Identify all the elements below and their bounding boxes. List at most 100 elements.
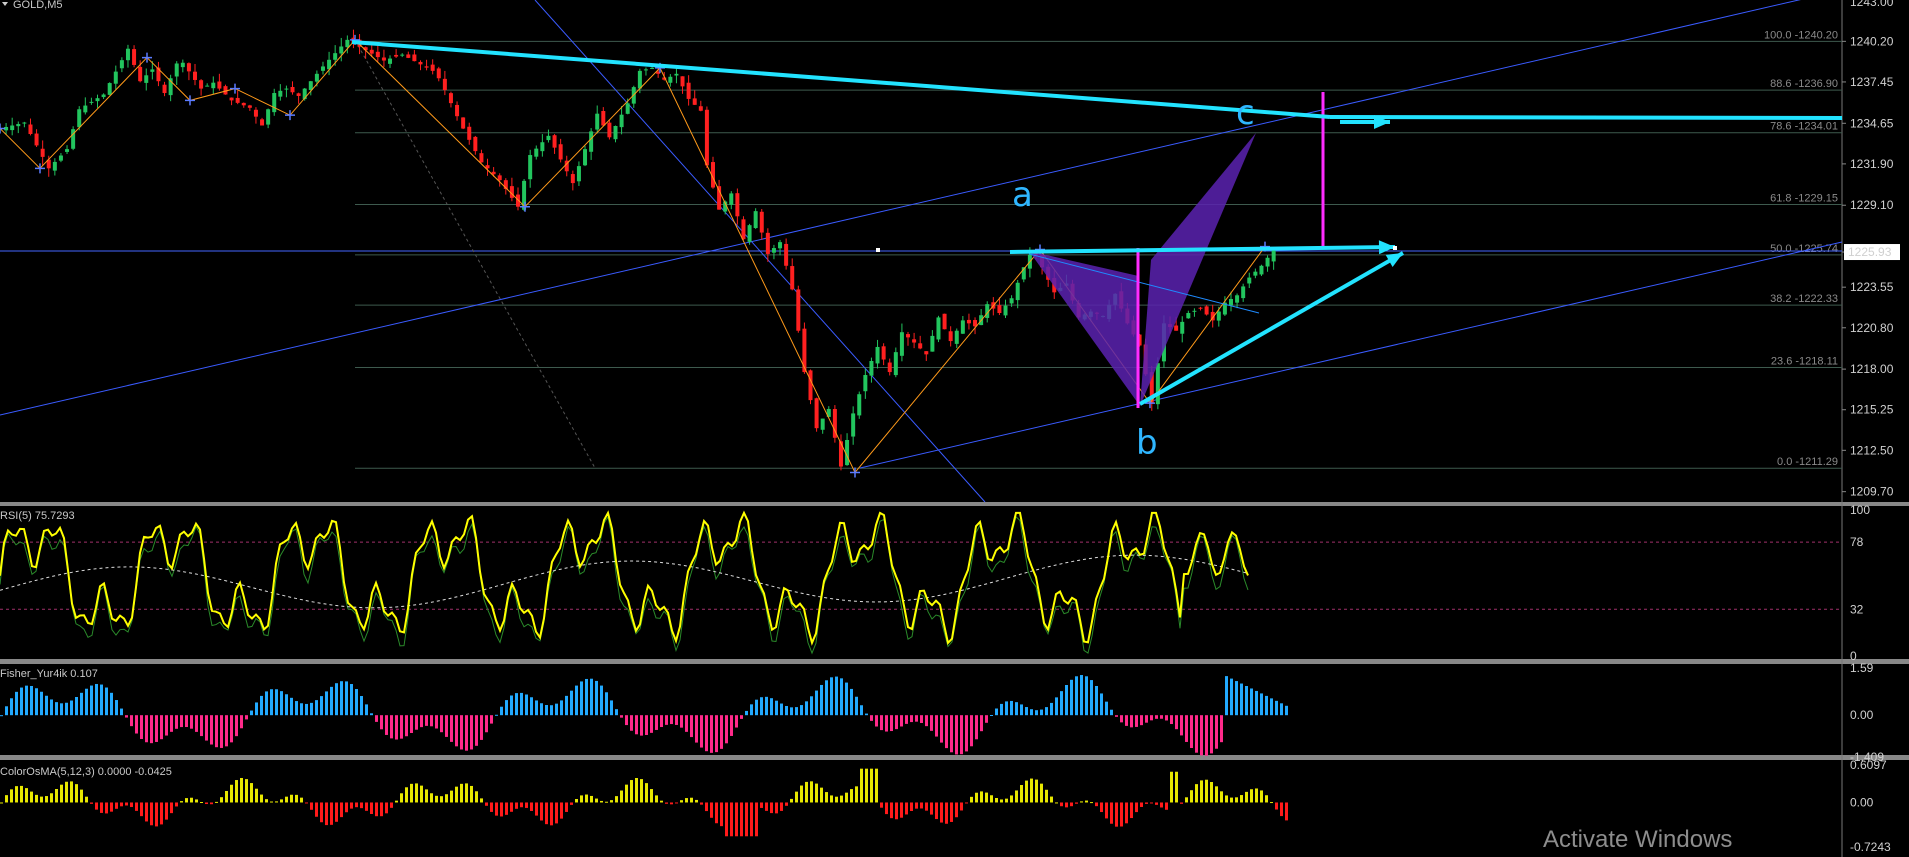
osma-bar — [745, 802, 748, 837]
fisher-bar — [1090, 680, 1093, 716]
fisher-bar — [30, 685, 33, 716]
osma-bar — [115, 802, 118, 809]
fisher-bar — [795, 707, 798, 716]
candle-body — [643, 69, 648, 71]
price-tick-label: 1212.50 — [1850, 443, 1894, 457]
candle-body — [28, 124, 33, 134]
osma-bar — [910, 802, 913, 811]
osma-bar — [315, 802, 318, 817]
osma-bar — [305, 802, 308, 804]
fisher-bar — [1205, 715, 1208, 756]
osma-bar — [445, 794, 448, 803]
candle-body — [778, 242, 783, 249]
candle-body — [296, 93, 301, 96]
osma-bar — [1010, 795, 1013, 803]
fisher-bar — [790, 707, 793, 716]
osma-bar — [0, 802, 3, 804]
fisher-bar — [1045, 707, 1048, 716]
osma-bar — [1155, 802, 1158, 805]
candle-body — [1003, 305, 1008, 316]
fisher-bar — [915, 715, 918, 722]
osma-bar — [345, 802, 348, 813]
osma-bar — [225, 790, 228, 803]
candle-body — [199, 80, 204, 89]
osma-bar — [605, 801, 608, 803]
osma-bar — [155, 802, 158, 827]
candle-body — [333, 53, 338, 60]
fisher-bar — [1015, 702, 1018, 716]
fib-level-label: 100.0 -1240.20 — [1764, 29, 1838, 41]
osma-bar — [410, 783, 413, 803]
candle-body — [997, 305, 1002, 314]
candle-body — [741, 219, 746, 240]
price-tick-label: 1218.00 — [1850, 362, 1894, 376]
osma-bar — [895, 802, 898, 820]
candle-body — [887, 362, 892, 373]
osma-bar — [1185, 797, 1188, 803]
fisher-bar — [590, 678, 593, 716]
fisher-bar — [700, 715, 703, 748]
fisher-bar — [435, 715, 438, 729]
osma-bar — [370, 802, 373, 815]
osma-bar — [960, 802, 963, 811]
fisher-bar — [280, 691, 283, 716]
price-tick-label: 1209.70 — [1850, 485, 1894, 499]
osma-bar — [710, 802, 713, 818]
fisher-bar — [1220, 715, 1223, 743]
chart-window[interactable]: 100.0 -1240.20 88.6 -1236.90 78.6 -1234.01… — [0, 0, 1909, 857]
fisher-bar — [1185, 715, 1188, 742]
candle-body — [211, 82, 216, 89]
fisher-bar — [1115, 715, 1118, 717]
candle-body — [729, 193, 734, 205]
fisher-title: Fisher_Yur4ik 0.107 — [0, 668, 98, 680]
osma-bar — [110, 802, 113, 812]
osma-bar — [520, 802, 523, 808]
candle-body — [260, 119, 265, 126]
fisher-bar — [315, 700, 318, 716]
osma-bar — [570, 802, 573, 805]
fisher-bar — [705, 715, 708, 752]
osma-bar — [1110, 802, 1113, 824]
fisher-bar — [195, 715, 198, 732]
candle-body — [570, 174, 575, 184]
osma-bar — [75, 784, 78, 803]
fisher-bar — [920, 715, 923, 724]
osma-bar — [975, 792, 978, 803]
fisher-bar — [125, 715, 128, 718]
osma-bar — [595, 798, 598, 803]
fisher-bar — [1140, 715, 1143, 726]
price-chart[interactable]: 100.0 -1240.20 88.6 -1236.90 78.6 -1234.01… — [0, 0, 1909, 857]
osma-bar — [190, 797, 193, 803]
osma-bar — [630, 780, 633, 803]
fisher-bar — [110, 692, 113, 716]
fisher-bar — [470, 715, 473, 750]
fisher-bar — [515, 693, 518, 716]
fisher-bar — [360, 696, 363, 716]
osma-bar — [1015, 790, 1018, 803]
fisher-bar — [820, 684, 823, 716]
rsi-tick-label: 78 — [1850, 535, 1864, 549]
fisher-bar — [775, 700, 778, 716]
fisher-bar — [460, 715, 463, 750]
fisher-bar — [200, 715, 203, 737]
osma-bar — [1225, 795, 1228, 803]
candle-body — [16, 124, 21, 127]
fisher-bar — [405, 715, 408, 737]
osma-bar — [180, 801, 183, 803]
osma-bar — [20, 785, 23, 803]
candle-body — [808, 370, 813, 401]
osma-bar — [90, 802, 93, 804]
osma-bar — [620, 790, 623, 803]
osma-bar — [50, 793, 53, 803]
fisher-bar — [295, 701, 298, 716]
fisher-bar — [135, 715, 138, 734]
candle-body — [576, 166, 581, 182]
fisher-bar — [1260, 693, 1263, 716]
fisher-bar — [60, 703, 63, 716]
fisher-bar — [625, 715, 628, 726]
candle-body — [704, 109, 709, 166]
fisher-bar — [400, 715, 403, 739]
fisher-bar — [55, 702, 58, 716]
osma-bar — [290, 794, 293, 803]
fisher-bar — [845, 682, 848, 716]
